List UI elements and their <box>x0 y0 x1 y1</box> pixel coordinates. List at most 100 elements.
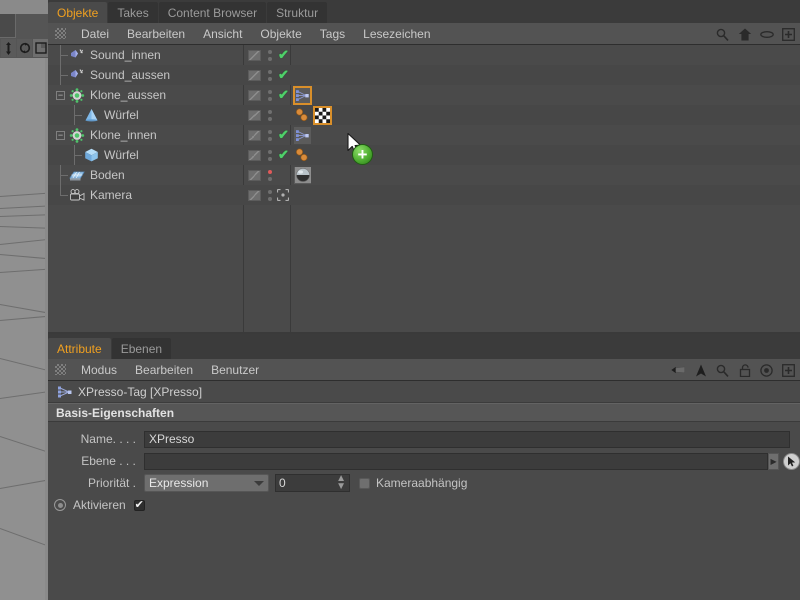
aktivieren-checkbox[interactable] <box>133 499 145 511</box>
tab-content-browser[interactable]: Content Browser <box>158 2 267 23</box>
object-name-label[interactable]: Sound_innen <box>90 48 161 62</box>
kameraabhaengig-checkbox[interactable] <box>359 477 370 489</box>
visibility-dot[interactable] <box>268 76 272 81</box>
editor-visibility-toggle[interactable] <box>248 49 261 61</box>
object-tree-row[interactable]: − Klone_innen ✔ <box>48 125 800 145</box>
material-tag-icon[interactable] <box>294 166 311 184</box>
scale-tool-icon[interactable] <box>33 39 48 57</box>
tab-attribute[interactable]: Attribute <box>48 338 111 359</box>
editor-visibility-toggle[interactable] <box>248 69 261 81</box>
object-name-label[interactable]: Sound_aussen <box>90 68 170 82</box>
visibility-dot[interactable] <box>268 56 272 61</box>
enabled-check-icon[interactable]: ✔ <box>278 87 289 103</box>
tree-expander[interactable]: − <box>54 85 68 105</box>
visibility-dot[interactable] <box>268 176 272 181</box>
xpresso-tag-icon[interactable] <box>293 85 312 105</box>
menu-datei[interactable]: Datei <box>72 23 118 45</box>
object-name-label[interactable]: Kamera <box>90 188 132 202</box>
visibility-dot[interactable] <box>268 96 272 101</box>
object-name-label[interactable]: Würfel <box>104 148 139 162</box>
visibility-dot[interactable] <box>268 129 272 134</box>
visibility-dot[interactable] <box>268 109 272 114</box>
mograph-selection-tag-icon[interactable] <box>294 107 311 124</box>
name-input[interactable]: XPresso <box>144 430 790 448</box>
object-tree-row[interactable]: Würfel <box>48 105 800 125</box>
editor-visibility-toggle[interactable] <box>248 109 261 121</box>
xpresso-tag-icon[interactable] <box>294 126 311 144</box>
rotate-tool-icon[interactable] <box>17 39 32 57</box>
tab-ebenen[interactable]: Ebenen <box>111 338 172 359</box>
tab-objekte[interactable]: Objekte <box>48 2 108 23</box>
menu-objekte[interactable]: Objekte <box>251 23 310 45</box>
menu-bearbeiten[interactable]: Bearbeiten <box>118 23 194 45</box>
search-icon[interactable] <box>715 363 730 378</box>
visibility-dots[interactable] <box>266 189 274 201</box>
editor-visibility-toggle[interactable] <box>248 129 261 141</box>
visibility-dot[interactable] <box>268 49 272 54</box>
prioritaet-number-stepper[interactable]: 0 ▲ ▼ <box>275 474 350 492</box>
visibility-dot[interactable] <box>268 69 272 74</box>
visibility-dot[interactable] <box>268 169 272 174</box>
enabled-check-icon[interactable]: ✔ <box>278 67 289 83</box>
drag-grip-icon[interactable] <box>55 28 66 39</box>
object-tree-row[interactable]: Sound_aussen ✔ <box>48 65 800 85</box>
object-tree-row[interactable]: Sound_innen ✔ <box>48 45 800 65</box>
visibility-dot[interactable] <box>268 149 272 154</box>
menu-tags[interactable]: Tags <box>311 23 354 45</box>
visibility-dots[interactable] <box>266 169 274 181</box>
editor-visibility-toggle[interactable] <box>248 149 261 161</box>
object-name-label[interactable]: Würfel <box>104 108 139 122</box>
object-tree-row[interactable]: Würfel ✔ <box>48 145 800 165</box>
up-arrow-icon[interactable] <box>693 363 708 378</box>
enabled-check-icon[interactable]: ✔ <box>278 147 289 163</box>
target-icon[interactable] <box>759 363 774 378</box>
visibility-dots[interactable] <box>266 69 274 81</box>
menu-modus[interactable]: Modus <box>72 359 126 381</box>
object-tree-row[interactable]: − Klone_aussen ✔ <box>48 85 800 105</box>
object-tree-row[interactable]: Boden <box>48 165 800 185</box>
perspective-viewport[interactable] <box>0 0 48 600</box>
back-arrow-icon[interactable] <box>671 363 686 378</box>
editor-visibility-toggle[interactable] <box>248 189 261 201</box>
menu-bearbeiten[interactable]: Bearbeiten <box>126 359 202 381</box>
object-tree[interactable]: Sound_innen ✔ Sound_aussen ✔ − Klone_aussen ✔ W… <box>48 45 800 332</box>
object-name-label[interactable]: Klone_innen <box>90 128 157 142</box>
visibility-dot[interactable] <box>268 196 272 201</box>
enabled-check-icon[interactable]: ✔ <box>278 47 289 63</box>
visibility-dot[interactable] <box>268 136 272 141</box>
visibility-dot[interactable] <box>268 116 272 121</box>
menu-lesezeichen[interactable]: Lesezeichen <box>354 23 439 45</box>
menu-benutzer[interactable]: Benutzer <box>202 359 268 381</box>
viewport-canvas[interactable] <box>0 58 45 600</box>
mograph-selection-tag-icon[interactable] <box>294 147 311 164</box>
add-box-icon[interactable] <box>781 363 796 378</box>
search-icon[interactable] <box>715 27 730 42</box>
visibility-dots[interactable] <box>266 89 274 101</box>
visibility-dots[interactable] <box>266 109 274 121</box>
ebene-dropdown-arrow[interactable]: ▶ <box>768 452 780 470</box>
aktivieren-radio[interactable] <box>54 499 66 511</box>
enabled-check-icon[interactable]: ✔ <box>278 127 289 143</box>
tab-takes[interactable]: Takes <box>108 2 158 23</box>
visibility-dot[interactable] <box>268 156 272 161</box>
lock-icon[interactable] <box>737 363 752 378</box>
material-tag-icon[interactable] <box>313 105 332 125</box>
tree-expander[interactable]: − <box>54 125 68 145</box>
axis-marker-icon[interactable] <box>276 188 290 202</box>
visibility-dot[interactable] <box>268 89 272 94</box>
drag-grip-icon[interactable] <box>55 364 66 375</box>
move-tool-icon[interactable] <box>1 39 16 57</box>
object-name-label[interactable]: Boden <box>90 168 125 182</box>
menu-ansicht[interactable]: Ansicht <box>194 23 251 45</box>
eye-icon[interactable] <box>759 27 774 42</box>
editor-visibility-toggle[interactable] <box>248 169 261 181</box>
home-icon[interactable] <box>737 27 752 42</box>
ebene-input[interactable] <box>143 452 769 470</box>
ebene-picker-button[interactable] <box>783 452 800 470</box>
tab-struktur[interactable]: Struktur <box>267 2 328 23</box>
visibility-dots[interactable] <box>266 129 274 141</box>
stepper-arrows-icon[interactable]: ▲ ▼ <box>336 474 346 492</box>
add-box-icon[interactable] <box>781 27 796 42</box>
visibility-dot[interactable] <box>268 189 272 194</box>
visibility-dots[interactable] <box>266 49 274 61</box>
